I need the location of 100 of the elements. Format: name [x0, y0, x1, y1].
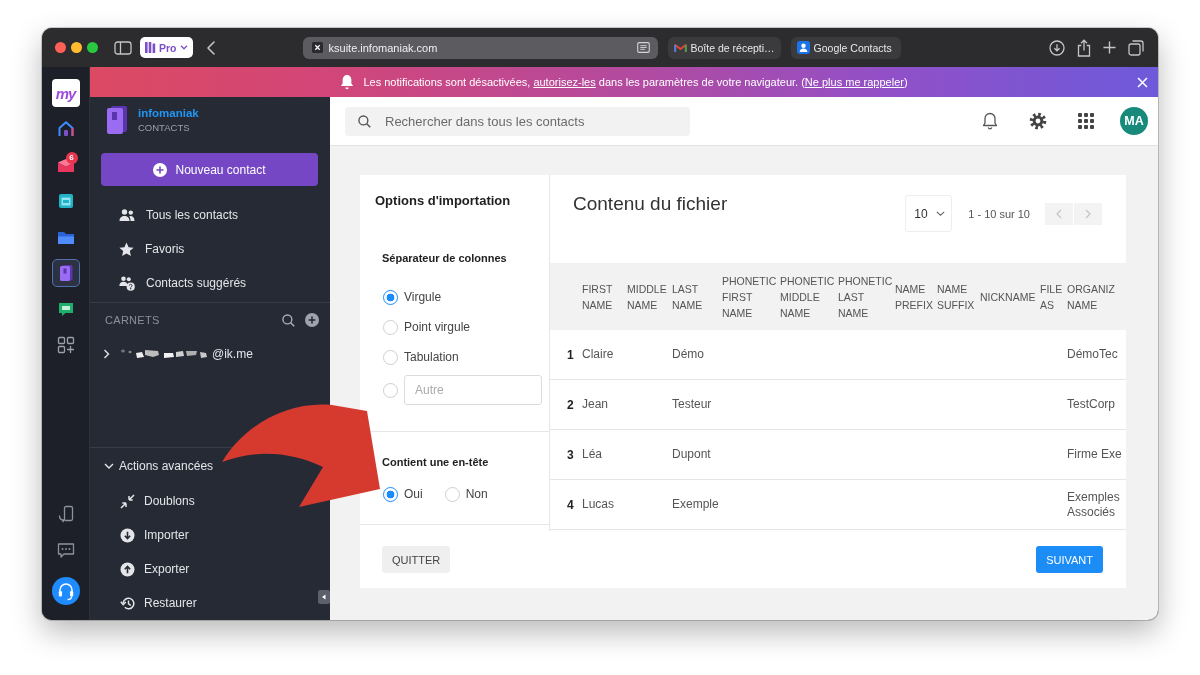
- plus-circle-icon: [153, 162, 168, 177]
- menu-item[interactable]: Exporter: [90, 552, 198, 586]
- address-field[interactable]: ksuite.infomaniak.com: [302, 36, 658, 59]
- close-icon[interactable]: [1137, 76, 1148, 88]
- table-cell-text: Lucas: [582, 497, 616, 512]
- search-icon[interactable]: [282, 313, 295, 327]
- menu-item[interactable]: Importer: [90, 518, 197, 552]
- column-header: ORGANIZ NAME: [1067, 281, 1116, 313]
- table-cell-text: Dupont: [672, 447, 712, 462]
- settings-icon[interactable]: [1029, 112, 1047, 130]
- row-number: 4: [566, 497, 575, 512]
- radio-button[interactable]: [383, 382, 398, 398]
- radio-label: Tabulation: [404, 350, 459, 364]
- star-icon: [119, 241, 134, 257]
- history-icon: [120, 595, 135, 611]
- plus-icon[interactable]: [1103, 41, 1116, 54]
- address-book-name[interactable]: @ik.me: [212, 347, 253, 361]
- search-input[interactable]: Rechercher dans tous les contacts: [385, 113, 690, 129]
- message-icon[interactable]: [56, 541, 75, 559]
- app-launcher-button[interactable]: 6: [51, 151, 80, 179]
- radio-button[interactable]: [383, 486, 398, 502]
- person-icon: [796, 41, 810, 54]
- chevron-down-icon: [179, 45, 188, 50]
- column-header: NAME PREFIX: [895, 281, 934, 313]
- row-number: 2: [566, 397, 575, 412]
- nav-item[interactable]: Tous les contacts: [90, 198, 330, 232]
- table-cell-text: TestCorp: [1067, 397, 1117, 412]
- m-logo-icon: [673, 42, 687, 53]
- radio-label: Oui: [404, 487, 423, 501]
- browser-tab[interactable]: Boîte de récepti…: [667, 36, 781, 59]
- nav-item[interactable]: Contacts suggérés: [90, 266, 330, 300]
- chevron-left-icon: [1056, 208, 1062, 219]
- radio-button[interactable]: [383, 349, 398, 365]
- table-cell-text: Jean: [582, 397, 610, 412]
- grid-plus-icon: [56, 336, 75, 354]
- menu-item[interactable]: Restaurer: [90, 586, 205, 620]
- column-header: PHONETIC LAST NAME: [838, 273, 894, 321]
- column-header: PHONETIC FIRST NAME: [722, 273, 778, 321]
- back-icon[interactable]: [206, 40, 215, 55]
- column-header: FIRST NAME: [582, 281, 614, 313]
- x-square-icon: [311, 42, 323, 53]
- radio-label: Point virgule: [404, 320, 471, 334]
- column-header: FILE AS: [1040, 281, 1064, 313]
- table-cell-text: Firme Exe: [1067, 447, 1123, 462]
- table-cell-text: DémoTec: [1067, 347, 1119, 362]
- row-number: 1: [566, 347, 575, 362]
- column-header: NAME SUFFIX: [937, 281, 976, 313]
- page-icon[interactable]: [636, 42, 650, 53]
- people-question-icon: [119, 275, 135, 291]
- radio-button[interactable]: [383, 319, 398, 335]
- apps-grid-icon[interactable]: [1078, 113, 1094, 129]
- column-header: NICKNAME: [980, 289, 1037, 305]
- table-cell-text: Claire: [582, 347, 615, 362]
- window-minimize-icon[interactable]: [71, 42, 82, 53]
- app-logo[interactable]: my: [51, 79, 80, 107]
- chevron-right-icon[interactable]: [103, 349, 110, 359]
- new-contact-button[interactable]: Nouveau contact: [101, 153, 318, 186]
- section-title: CARNETS: [105, 314, 160, 326]
- radio-label: Non: [465, 487, 488, 501]
- window-zoom-icon[interactable]: [87, 42, 98, 53]
- chat-bubble-icon: [56, 300, 75, 318]
- plus-circle-icon[interactable]: [305, 313, 319, 327]
- chevron-right-icon: [1085, 208, 1091, 219]
- quit-button[interactable]: QUITTER: [382, 546, 451, 573]
- row-number: 3: [566, 447, 575, 462]
- pagination-range: 1 - 10 sur 10: [968, 207, 1030, 220]
- headset-icon[interactable]: [51, 577, 80, 605]
- device-icon[interactable]: [56, 505, 75, 523]
- column-header: MIDDLE NAME: [627, 281, 668, 313]
- browser-tab[interactable]: Google Contacts: [790, 36, 901, 59]
- window-close-icon[interactable]: [55, 42, 66, 53]
- download-icon[interactable]: [1049, 39, 1065, 56]
- tabs-icon[interactable]: [1128, 39, 1144, 56]
- page-size-select[interactable]: 10: [905, 195, 953, 232]
- custom-separator-field[interactable]: Autre: [404, 375, 542, 405]
- section-toggle[interactable]: Actions avancées: [90, 448, 218, 484]
- table-cell-text: Exemples Associés: [1067, 489, 1121, 520]
- profile-button[interactable]: Pro: [140, 37, 193, 58]
- nav-item[interactable]: Favoris: [90, 232, 330, 266]
- search-bar[interactable]: Rechercher dans tous les contacts: [345, 106, 690, 136]
- link[interactable]: autorisez-les: [533, 76, 596, 88]
- menu-item[interactable]: Doublons: [90, 484, 203, 518]
- book-icon: [106, 106, 128, 134]
- share-icon[interactable]: [1077, 38, 1091, 57]
- radio-label: Virgule: [404, 290, 442, 304]
- table-cell-text: Démo: [672, 347, 705, 362]
- avatar[interactable]: MA: [1120, 107, 1148, 135]
- radio-button[interactable]: [444, 486, 460, 502]
- people-icon: [119, 209, 135, 221]
- sidebar-toggle-icon[interactable]: [114, 40, 132, 55]
- bell-icon[interactable]: [982, 112, 998, 130]
- radio-button[interactable]: [383, 289, 398, 305]
- collapse-tab-icon[interactable]: [318, 590, 330, 604]
- envelope-icon: [56, 156, 75, 174]
- panel-title: Options d'importation: [374, 192, 512, 210]
- books-icon: [145, 42, 156, 53]
- arrow-down-circle-icon: [120, 527, 135, 543]
- search-icon: [358, 114, 371, 128]
- chevron-down-icon: [935, 211, 945, 216]
- column-header: LAST NAME: [672, 281, 704, 313]
